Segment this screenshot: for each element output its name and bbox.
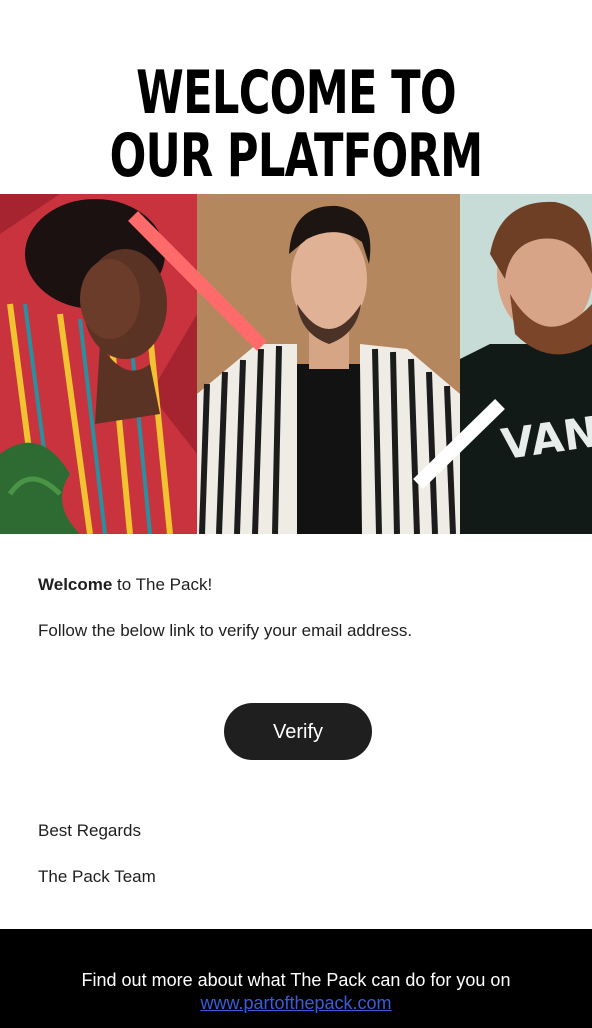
verify-button[interactable]: Verify [224,703,372,760]
email-page: WELCOME TO OUR PLATFORM VANS Welcome to … [0,0,592,1028]
footer: Find out more about what The Pack can do… [0,929,592,1028]
website-link[interactable]: www.partofthepack.com [0,992,592,1015]
greeting-bold: Welcome [38,575,113,594]
greeting-text: Welcome to The Pack! [38,574,558,596]
footer-text: Find out more about what The Pack can do… [81,970,511,990]
hero-banner: VANS [0,194,592,534]
coral-stripe [128,211,267,351]
greeting-rest: to The Pack! [112,575,213,594]
regards-text: Best Regards [38,821,141,840]
page-title: WELCOME TO OUR PLATFORM [83,62,509,188]
decorative-stripes [128,211,505,490]
white-stripe [413,398,505,490]
team-signature: The Pack Team [38,867,156,886]
title-line-1: WELCOME TO [136,58,456,129]
instruction-text: Follow the below link to verify your ema… [38,621,413,640]
title-line-2: OUR PLATFORM [109,121,483,192]
